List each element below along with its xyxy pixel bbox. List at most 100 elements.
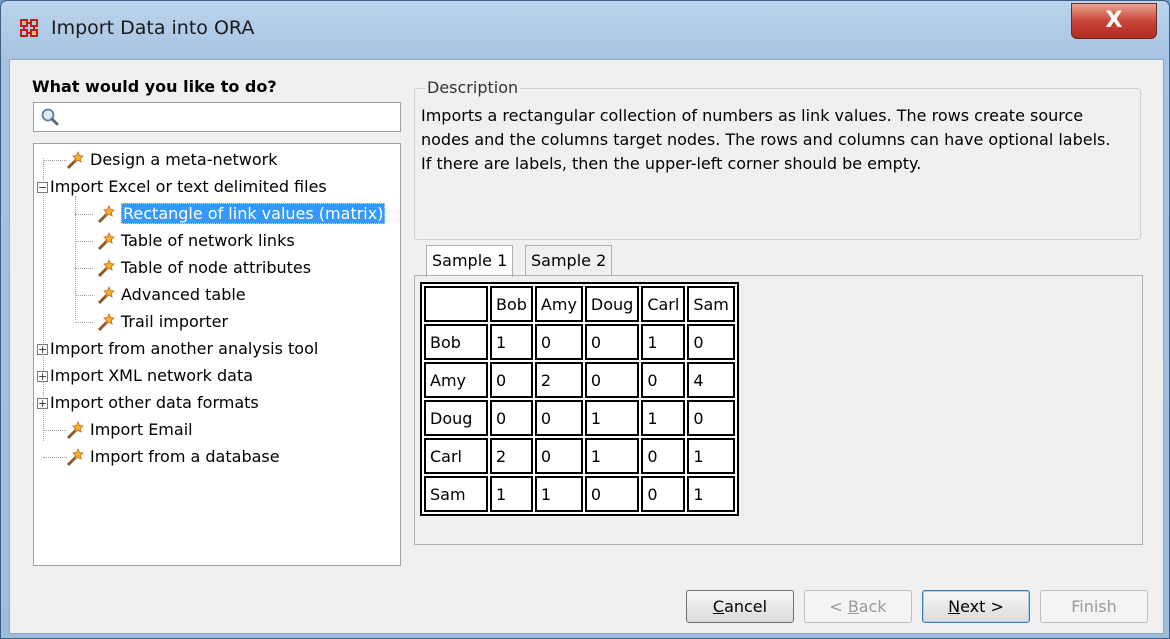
title-bar[interactable]: Import Data into ORA X <box>1 1 1169 57</box>
table-cell: 0 <box>641 476 686 512</box>
table-cell: 4 <box>687 362 735 398</box>
window-frame: Import Data into ORA X What would you li… <box>0 0 1170 639</box>
tree-connector <box>75 241 93 242</box>
table-row: Carl 2 0 1 0 1 <box>424 438 735 474</box>
table-row: Sam 1 1 0 0 1 <box>424 476 735 512</box>
table-cell: 1 <box>687 438 735 474</box>
tree-item-import-email[interactable]: Import Email <box>64 418 193 442</box>
tree-item-trail-importer[interactable]: Trail importer <box>95 310 228 334</box>
table-cell: 0 <box>584 362 640 398</box>
back-button[interactable]: < Back <box>804 590 912 623</box>
table-cell: 0 <box>534 438 583 474</box>
expand-icon[interactable]: + <box>37 344 48 355</box>
table-cell: 1 <box>490 324 533 360</box>
table-header-cell: Amy <box>534 286 583 322</box>
tree-item-import-excel[interactable]: − Import Excel or text delimited files <box>37 175 327 199</box>
tree-connector <box>75 214 93 215</box>
tree-connector <box>75 295 93 296</box>
action-tree[interactable]: Design a meta-network − Import Excel or t… <box>33 143 401 566</box>
table-header-cell: Doug <box>584 286 640 322</box>
tree-item-import-database[interactable]: Import from a database <box>64 445 280 469</box>
tree-item-import-other-formats[interactable]: + Import other data formats <box>37 391 259 415</box>
expand-icon[interactable]: + <box>37 398 48 409</box>
close-button[interactable]: X <box>1071 3 1157 39</box>
finish-button[interactable]: Finish <box>1040 590 1148 623</box>
next-button[interactable]: Next > <box>922 590 1030 623</box>
tree-item-label: Advanced table <box>121 285 246 304</box>
dialog-body: What would you like to do? Design a meta… <box>9 59 1164 634</box>
expand-icon[interactable]: + <box>37 371 48 382</box>
cancel-button[interactable]: Cancel <box>686 590 794 623</box>
window-title: Import Data into ORA <box>51 17 255 39</box>
magic-wand-icon <box>95 231 117 253</box>
table-cell: 0 <box>641 362 686 398</box>
table-header-cell: Sam <box>687 286 735 322</box>
table-cell: 0 <box>584 324 640 360</box>
tree-item-advanced-table[interactable]: Advanced table <box>95 283 246 307</box>
tab-sample-1[interactable]: Sample 1 <box>426 245 514 277</box>
button-label: ack <box>858 597 887 616</box>
tree-connector <box>75 268 93 269</box>
table-cell: 2 <box>490 438 533 474</box>
button-mnemonic: C <box>712 597 725 616</box>
table-row: Bob 1 0 0 1 0 <box>424 324 735 360</box>
table-cell: 0 <box>584 476 640 512</box>
tree-item-label: Design a meta-network <box>90 150 278 169</box>
tree-item-rectangle-matrix[interactable]: Rectangle of link values (matrix) <box>95 202 386 226</box>
magic-wand-icon <box>95 285 117 307</box>
table-cell: 0 <box>490 362 533 398</box>
table-cell: 1 <box>641 400 686 436</box>
table-header-cell: Carl <box>641 286 686 322</box>
tree-connector <box>75 322 93 323</box>
tab-label: Sample 1 <box>432 251 508 270</box>
tree-item-table-node-attributes[interactable]: Table of node attributes <box>95 256 311 280</box>
magic-wand-icon <box>95 258 117 280</box>
button-label: Finish <box>1071 597 1117 616</box>
table-cell: 1 <box>641 324 686 360</box>
table-row: Doug 0 0 1 1 0 <box>424 400 735 436</box>
search-input[interactable] <box>33 102 401 132</box>
table-header-cell: Bob <box>490 286 533 322</box>
tree-item-label: Table of node attributes <box>121 258 312 277</box>
tree-item-label: Import from another analysis tool <box>50 339 319 358</box>
button-label-prefix: < <box>829 597 848 616</box>
search-field[interactable] <box>64 105 398 129</box>
table-cell: 2 <box>534 362 583 398</box>
tree-item-label: Import Email <box>90 420 193 439</box>
table-cell: 1 <box>584 438 640 474</box>
button-mnemonic: B <box>847 597 859 616</box>
tree-item-import-analysis-tool[interactable]: + Import from another analysis tool <box>37 337 318 361</box>
button-label: ancel <box>724 597 768 616</box>
table-cell: 1 <box>584 400 640 436</box>
table-cell: 0 <box>687 324 735 360</box>
tree-item-design-meta-network[interactable]: Design a meta-network <box>64 148 277 172</box>
tree-item-table-network-links[interactable]: Table of network links <box>95 229 295 253</box>
magic-wand-icon <box>95 204 117 226</box>
magic-wand-icon <box>64 447 86 469</box>
tree-item-label: Import Excel or text delimited files <box>50 177 327 196</box>
table-cell: 0 <box>534 400 583 436</box>
tab-label: Sample 2 <box>531 251 607 270</box>
table-cell: 0 <box>687 400 735 436</box>
table-cell: 0 <box>534 324 583 360</box>
table-cell: 1 <box>687 476 735 512</box>
search-icon <box>40 107 60 127</box>
button-label: ext > <box>960 597 1004 616</box>
tree-item-label: Rectangle of link values (matrix) <box>121 203 386 224</box>
action-heading: What would you like to do? <box>32 77 277 96</box>
table-cell: 1 <box>534 476 583 512</box>
table-cell: Carl <box>424 438 488 474</box>
collapse-icon[interactable]: − <box>37 182 48 193</box>
table-cell: Doug <box>424 400 488 436</box>
button-mnemonic: N <box>948 597 961 616</box>
table-cell: Sam <box>424 476 488 512</box>
tree-item-label: Trail importer <box>121 312 229 331</box>
table-header-cell <box>424 286 488 322</box>
table-cell: 1 <box>490 476 533 512</box>
close-icon: X <box>1105 8 1123 33</box>
tree-item-import-xml[interactable]: + Import XML network data <box>37 364 253 388</box>
table-header-row: Bob Amy Doug Carl Sam <box>424 286 735 322</box>
tab-sample-2[interactable]: Sample 2 <box>525 245 613 275</box>
description-label: Description <box>425 78 521 97</box>
table-cell: Amy <box>424 362 488 398</box>
